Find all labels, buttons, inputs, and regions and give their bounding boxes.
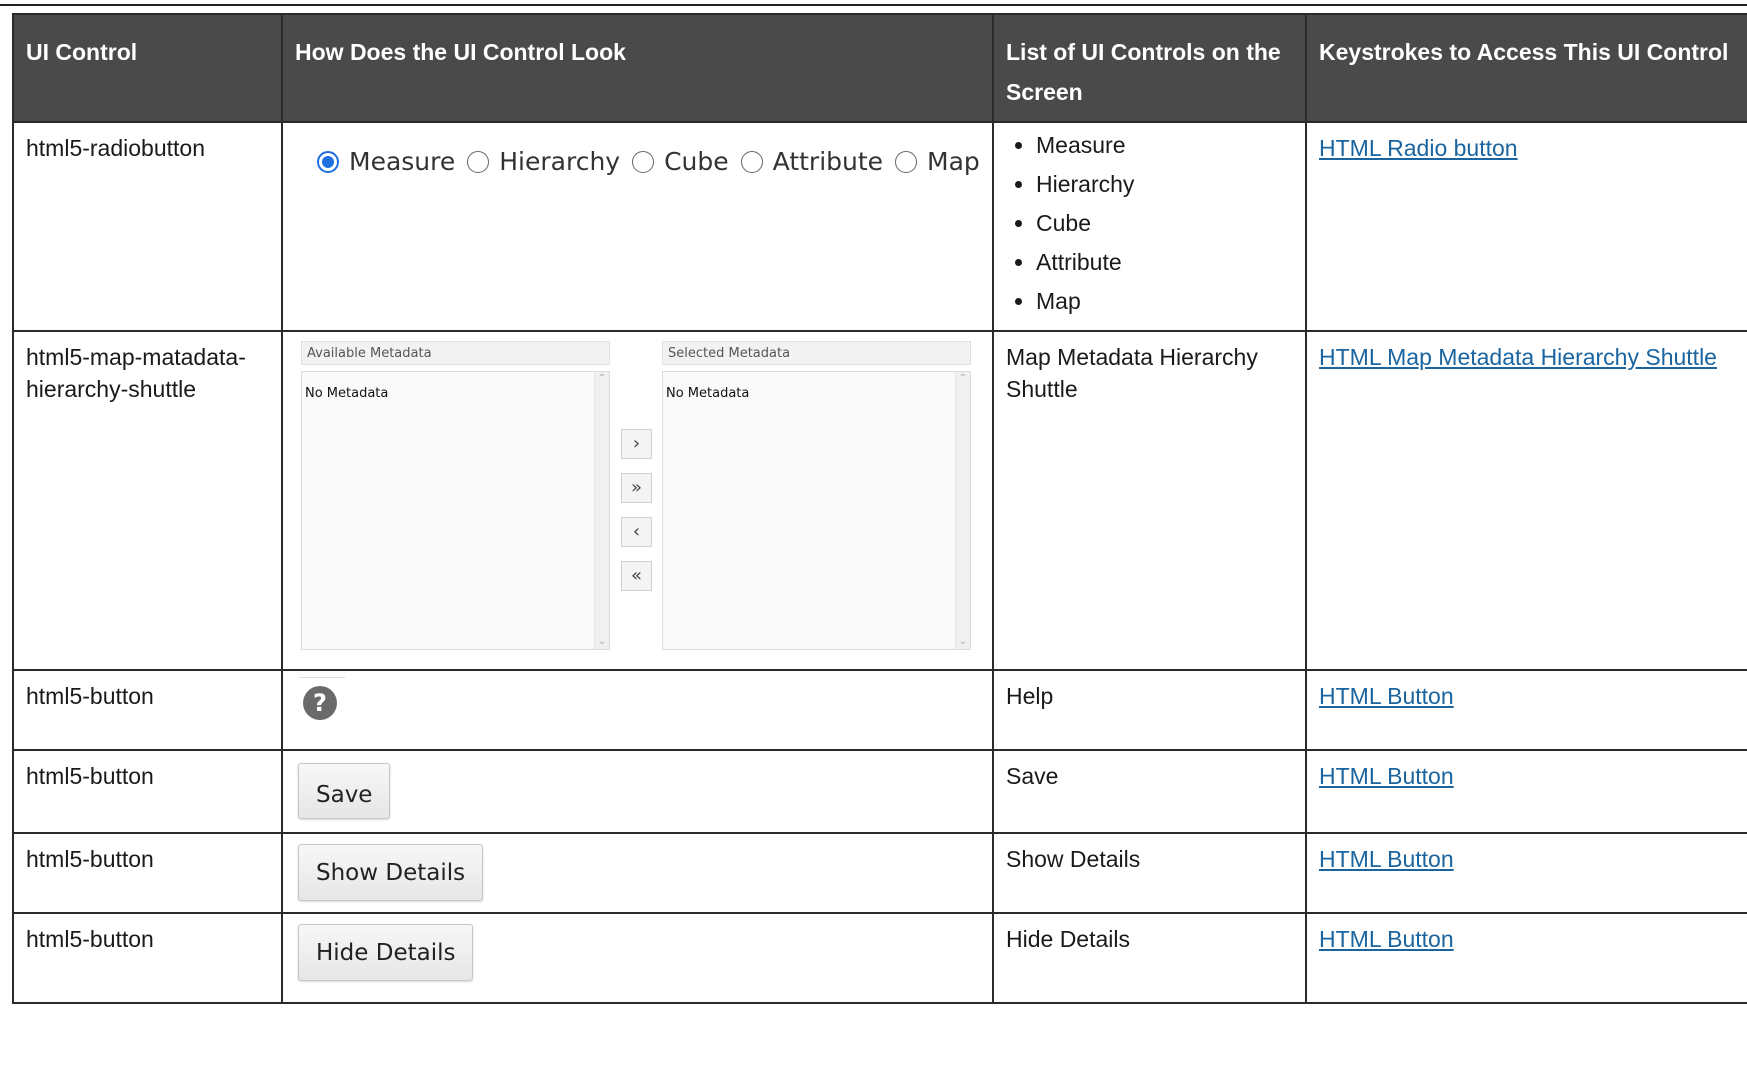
- control-look: Available Metadata No Metadata ⌃ ⌄ › » ‹ …: [281, 330, 994, 671]
- radio-cube[interactable]: [632, 151, 655, 173]
- radio-label: Map: [927, 147, 980, 176]
- control-list-text: Map Metadata Hierarchy Shuttle: [992, 330, 1307, 671]
- available-metadata-list[interactable]: No Metadata ⌃ ⌄: [301, 371, 610, 650]
- hide-details-button[interactable]: Hide Details: [298, 924, 474, 981]
- header-look: How Does the UI Control Look: [281, 13, 994, 123]
- radio-label: Measure: [349, 147, 456, 176]
- radio-map[interactable]: [895, 151, 918, 173]
- control-list-text: Show Details: [992, 832, 1307, 914]
- selected-metadata-header: Selected Metadata: [662, 341, 971, 365]
- radio-attribute[interactable]: [740, 151, 763, 173]
- selected-empty-text: No Metadata: [666, 386, 750, 401]
- table-row: html5-radiobutton Measure Hierarchy Cube…: [12, 121, 1747, 332]
- keystrokes-link[interactable]: HTML Radio button: [1319, 135, 1518, 161]
- radio-group: Measure Hierarchy Cube Attribute Map: [305, 146, 980, 178]
- move-all-left-button[interactable]: «: [621, 561, 652, 591]
- show-details-button[interactable]: Show Details: [298, 844, 484, 901]
- scroll-down-icon[interactable]: ⌄: [595, 635, 609, 649]
- keystrokes-link[interactable]: HTML Button: [1319, 763, 1454, 789]
- table-header-row: UI Control How Does the UI Control Look …: [12, 13, 1747, 123]
- move-left-button[interactable]: ‹: [621, 517, 652, 547]
- keystrokes-link[interactable]: HTML Map Metadata Hierarchy Shuttle: [1319, 344, 1717, 370]
- control-look: ?: [281, 669, 994, 751]
- control-name: html5-button: [12, 832, 283, 914]
- radio-label: Cube: [664, 147, 729, 176]
- control-name: html5-button: [12, 749, 283, 834]
- keystrokes-cell: HTML Button: [1305, 912, 1747, 1004]
- control-list-text: Hide Details: [992, 912, 1307, 1004]
- header-keystrokes: Keystrokes to Access This UI Control: [1305, 13, 1747, 123]
- scroll-down-icon[interactable]: ⌄: [956, 635, 970, 649]
- keystrokes-link[interactable]: HTML Button: [1319, 926, 1454, 952]
- list-item: Cube: [1036, 204, 1293, 243]
- table-row: html5-button Show Details Show Details H…: [12, 832, 1747, 914]
- table-row: html5-button ? Help HTML Button: [12, 669, 1747, 751]
- keystrokes-cell: HTML Button: [1305, 669, 1747, 751]
- keystrokes-link[interactable]: HTML Button: [1319, 846, 1454, 872]
- control-list-text: Help: [992, 669, 1307, 751]
- list-item: Hierarchy: [1036, 165, 1293, 204]
- table-row: html5-button Hide Details Hide Details H…: [12, 912, 1747, 1004]
- control-list: Measure Hierarchy Cube Attribute Map: [992, 121, 1307, 332]
- metadata-shuttle: Available Metadata No Metadata ⌃ ⌄ › » ‹ …: [301, 341, 980, 661]
- control-look: Save: [281, 749, 994, 834]
- table-row: html5-button Save Save HTML Button: [12, 749, 1747, 834]
- control-look: Hide Details: [281, 912, 994, 1004]
- control-list-items: Measure Hierarchy Cube Attribute Map: [1006, 126, 1293, 321]
- control-look: Measure Hierarchy Cube Attribute Map: [281, 121, 994, 332]
- selected-metadata-list[interactable]: No Metadata ⌃ ⌄: [662, 371, 971, 650]
- available-metadata-header: Available Metadata: [301, 341, 610, 365]
- radio-label: Hierarchy: [499, 147, 621, 176]
- move-all-right-button[interactable]: »: [621, 473, 652, 503]
- scrollbar[interactable]: ⌃ ⌄: [594, 372, 609, 649]
- keystrokes-cell: HTML Radio button: [1305, 121, 1747, 332]
- scroll-up-icon[interactable]: ⌃: [956, 372, 970, 386]
- keystrokes-link[interactable]: HTML Button: [1319, 683, 1454, 709]
- help-divider: [299, 677, 345, 678]
- move-right-button[interactable]: ›: [621, 429, 652, 459]
- list-item: Measure: [1036, 126, 1293, 165]
- available-empty-text: No Metadata: [305, 386, 389, 401]
- list-item: Attribute: [1036, 243, 1293, 282]
- control-name: html5-button: [12, 912, 283, 1004]
- radio-hierarchy[interactable]: [467, 151, 490, 173]
- control-list-text: Save: [992, 749, 1307, 834]
- page-top-rule: [0, 4, 1747, 6]
- control-name: html5-radiobutton: [12, 121, 283, 332]
- ui-controls-table: UI Control How Does the UI Control Look …: [12, 13, 1747, 1004]
- header-list: List of UI Controls on the Screen: [992, 13, 1307, 123]
- table-row: html5-map-matadata-hierarchy-shuttle Ava…: [12, 330, 1747, 671]
- control-name: html5-map-matadata-hierarchy-shuttle: [12, 330, 283, 671]
- scroll-up-icon[interactable]: ⌃: [595, 372, 609, 386]
- keystrokes-cell: HTML Button: [1305, 832, 1747, 914]
- help-icon[interactable]: ?: [303, 686, 337, 720]
- scrollbar[interactable]: ⌃ ⌄: [955, 372, 970, 649]
- radio-label: Attribute: [772, 147, 884, 176]
- keystrokes-cell: HTML Map Metadata Hierarchy Shuttle: [1305, 330, 1747, 671]
- radio-measure[interactable]: [317, 151, 339, 173]
- save-button[interactable]: Save: [298, 763, 391, 819]
- list-item: Map: [1036, 282, 1293, 321]
- keystrokes-cell: HTML Button: [1305, 749, 1747, 834]
- control-look: Show Details: [281, 832, 994, 914]
- control-name: html5-button: [12, 669, 283, 751]
- header-ui-control: UI Control: [12, 13, 283, 123]
